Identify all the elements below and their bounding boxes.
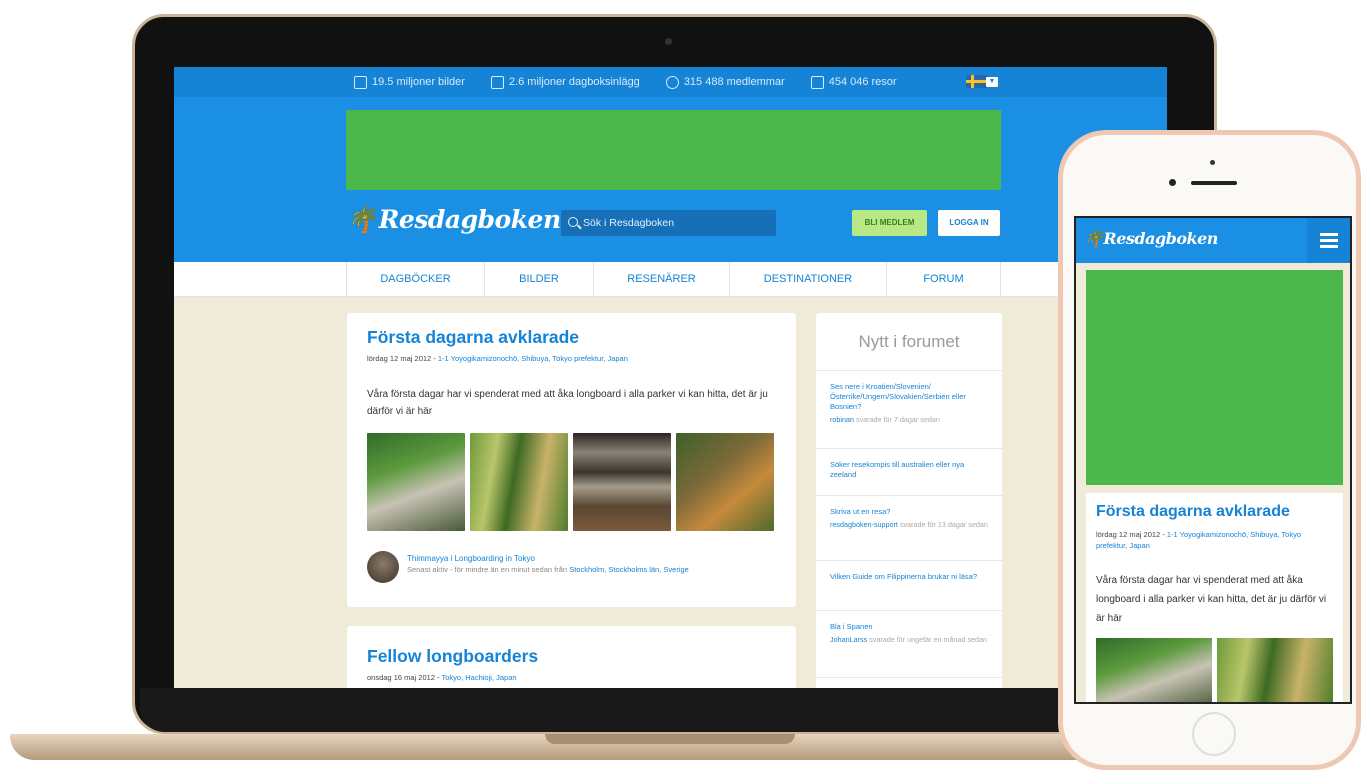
forum-answer-time: svarade för 7 dagar sedan bbox=[855, 415, 940, 424]
phone-header: 🌴Resdagboken bbox=[1076, 218, 1350, 263]
palm-icon: 🌴 bbox=[346, 205, 377, 234]
nav-photos[interactable]: BILDER bbox=[485, 262, 594, 297]
nav-forum[interactable]: FORUM bbox=[887, 262, 1001, 297]
forum-answer: resdagboken-support svarade för 13 dagar… bbox=[830, 520, 988, 530]
post-photo[interactable] bbox=[1217, 638, 1333, 702]
diary-post: Första dagarna avklarade lördag 12 maj 2… bbox=[347, 313, 796, 607]
palm-icon: 🌴 bbox=[1084, 229, 1104, 248]
post-photo[interactable] bbox=[676, 433, 774, 531]
user-icon bbox=[665, 75, 679, 89]
post-photos bbox=[367, 433, 774, 531]
swedish-flag-icon[interactable] bbox=[966, 75, 988, 88]
forum-title: Nytt i forumet bbox=[816, 313, 1002, 371]
forum-user-link[interactable]: JohanLarss bbox=[830, 635, 867, 644]
post-meta: onsdag 16 maj 2012 - Tokyo, Hachioji, Ja… bbox=[367, 673, 517, 682]
forum-item: Söker resekompis till australien eller n… bbox=[816, 450, 1002, 496]
forum-question-link[interactable]: Skriva ut en resa? bbox=[830, 507, 988, 517]
stat-entries: 2.6 miljoner dagboksinlägg bbox=[490, 75, 640, 89]
search-placeholder: Sök i Resdagboken bbox=[583, 217, 675, 229]
phone-home-button[interactable] bbox=[1192, 712, 1236, 756]
phone-post-title[interactable]: Första dagarna avklarade bbox=[1096, 503, 1290, 521]
hamburger-menu-icon[interactable] bbox=[1307, 218, 1350, 263]
phone-post-excerpt: Våra första dagar har vi spenderat med a… bbox=[1096, 575, 1327, 624]
search-icon bbox=[568, 217, 578, 227]
phone-speaker bbox=[1191, 181, 1237, 185]
forum-answer-time: svarade för ungefär en månad sedan bbox=[869, 635, 988, 644]
post-location-link[interactable]: Tokyo, Hachioji, Japan bbox=[442, 673, 517, 682]
stats-bar: 19.5 miljoner bilder 2.6 miljoner dagbok… bbox=[174, 67, 1167, 97]
phone-logo-text: Resdagboken bbox=[1103, 229, 1218, 248]
avatar[interactable] bbox=[367, 551, 399, 583]
map-icon bbox=[810, 75, 824, 89]
phone-post-meta: lördag 12 maj 2012 - 1-1 Yoyogikamizonoc… bbox=[1096, 530, 1302, 550]
post-excerpt: Våra första dagar har vi spenderat med a… bbox=[367, 389, 768, 417]
forum-user-link[interactable]: resdagboken-support bbox=[830, 520, 898, 529]
forum-question-link[interactable]: Ses nere i Kroatien/Slovenien/ Österrike… bbox=[830, 382, 988, 412]
phone-sensor bbox=[1210, 160, 1215, 165]
diary-post: Fellow longboarders onsdag 16 maj 2012 -… bbox=[347, 626, 796, 688]
login-button[interactable]: LOGGA IN bbox=[938, 210, 1000, 236]
join-button[interactable]: BLI MEDLEM bbox=[852, 210, 927, 236]
forum-item: Vilken Guide om Filippinerna brukar ni l… bbox=[816, 562, 1002, 611]
language-dropdown-icon[interactable]: ▼ bbox=[986, 77, 998, 87]
nav-diaries[interactable]: DAGBÖCKER bbox=[346, 262, 485, 297]
post-title[interactable]: Fellow longboarders bbox=[367, 646, 538, 667]
forum-item: Skriva ut en resa? resdagboken-support s… bbox=[816, 497, 1002, 561]
stat-photos: 19.5 miljoner bilder bbox=[354, 75, 465, 89]
post-meta: lördag 12 maj 2012 - 1-1 Yoyogikamizonoc… bbox=[367, 354, 628, 363]
phone-diary-post: Första dagarna avklarade lördag 12 maj 2… bbox=[1086, 493, 1343, 702]
phone-camera bbox=[1169, 179, 1176, 186]
main-nav: DAGBÖCKER BILDER RESENÄRER DESTINATIONER… bbox=[174, 262, 1167, 297]
phone-logo[interactable]: 🌴Resdagboken bbox=[1084, 229, 1218, 248]
post-photo[interactable] bbox=[573, 433, 671, 531]
forum-user-link[interactable]: robinan bbox=[830, 415, 854, 424]
author-name-link[interactable]: Thimmayya i Longboarding in Tokyo bbox=[407, 554, 535, 563]
stat-members-label: 315 488 medlemmar bbox=[683, 76, 785, 88]
stat-members: 315 488 medlemmar bbox=[665, 75, 785, 89]
post-location-link[interactable]: 1-1 Yoyogikamizonochō, Shibuya, Tokyo pr… bbox=[438, 354, 628, 363]
stat-trips-label: 454 046 resor bbox=[828, 76, 897, 88]
forum-answer-time: svarade för 13 dagar sedan bbox=[899, 520, 988, 529]
laptop-camera bbox=[665, 38, 672, 45]
forum-question-link[interactable]: Söker resekompis till australien eller n… bbox=[830, 460, 988, 480]
ad-banner[interactable] bbox=[346, 110, 1001, 190]
author-activity-text: Senast aktiv - för mindre än en minut se… bbox=[407, 565, 568, 574]
phone-post-photos bbox=[1096, 638, 1333, 702]
stat-photos-label: 19.5 miljoner bilder bbox=[372, 76, 465, 88]
post-author: Thimmayya i Longboarding in Tokyo Senast… bbox=[367, 551, 787, 587]
forum-question-link[interactable]: Bla i Spanen bbox=[830, 622, 988, 632]
forum-item: Ses nere i Kroatien/Slovenien/ Österrike… bbox=[816, 372, 1002, 449]
site-header: 🌴Resdagboken Sök i Resdagboken BLI MEDLE… bbox=[174, 97, 1167, 262]
post-date: lördag 12 maj 2012 bbox=[367, 354, 432, 363]
post-title[interactable]: Första dagarna avklarade bbox=[367, 327, 579, 348]
laptop-notch bbox=[545, 734, 795, 744]
nav-destinations[interactable]: DESTINATIONER bbox=[730, 262, 887, 297]
nav-travellers[interactable]: RESENÄRER bbox=[594, 262, 730, 297]
forum-question-link[interactable]: Vilken Guide om Filippinerna brukar ni l… bbox=[830, 572, 988, 582]
author-location-link[interactable]: Stockholm, Stockholms län, Sverige bbox=[569, 565, 689, 574]
stat-trips: 454 046 resor bbox=[810, 75, 897, 89]
camera-icon bbox=[354, 75, 367, 89]
mockup-stage: 19.5 miljoner bilder 2.6 miljoner dagbok… bbox=[0, 0, 1362, 772]
phone-post-date: lördag 12 maj 2012 bbox=[1096, 530, 1161, 539]
phone-ad-banner[interactable] bbox=[1086, 270, 1343, 485]
post-photo[interactable] bbox=[1096, 638, 1212, 702]
search-input[interactable]: Sök i Resdagboken bbox=[561, 210, 776, 236]
post-date: onsdag 16 maj 2012 bbox=[367, 673, 435, 682]
laptop-chin bbox=[140, 688, 1210, 732]
forum-answer: robinan svarade för 7 dagar sedan bbox=[830, 415, 988, 425]
forum-widget: Nytt i forumet Ses nere i Kroatien/Slove… bbox=[816, 313, 1002, 688]
forum-answer: JohanLarss svarade för ungefär en månad … bbox=[830, 635, 988, 645]
post-photo[interactable] bbox=[367, 433, 465, 531]
stat-entries-label: 2.6 miljoner dagboksinlägg bbox=[508, 76, 640, 88]
document-icon bbox=[490, 75, 504, 89]
phone-screen: 🌴Resdagboken Första dagarna avklarade lö… bbox=[1074, 216, 1352, 704]
laptop-screen: 19.5 miljoner bilder 2.6 miljoner dagbok… bbox=[174, 67, 1167, 688]
logo-text: Resdagboken bbox=[378, 205, 561, 234]
forum-item: Bla i Spanen JohanLarss svarade för unge… bbox=[816, 612, 1002, 678]
post-photo[interactable] bbox=[470, 433, 568, 531]
site-logo[interactable]: 🌴Resdagboken bbox=[346, 205, 561, 235]
author-activity: Senast aktiv - för mindre än en minut se… bbox=[407, 565, 689, 574]
